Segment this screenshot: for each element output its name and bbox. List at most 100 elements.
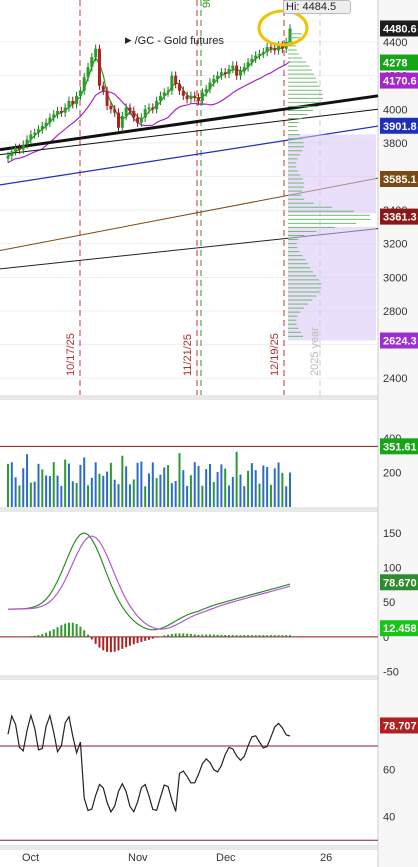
macd-histogram-bar bbox=[90, 636, 93, 640]
volume-bar bbox=[193, 462, 196, 507]
volume-bar bbox=[98, 473, 101, 507]
volume-profile-bar bbox=[288, 117, 303, 120]
macd-histogram-bar bbox=[266, 635, 269, 637]
moving-average-line bbox=[7, 39, 291, 157]
candle-body bbox=[212, 79, 216, 83]
candle-body bbox=[246, 62, 250, 68]
volume-bar bbox=[113, 479, 116, 507]
volume-bar bbox=[285, 486, 288, 507]
candle-body bbox=[181, 90, 185, 96]
candle-body bbox=[120, 115, 124, 128]
candle-body bbox=[101, 85, 105, 91]
volume-profile-bar bbox=[288, 109, 313, 111]
volume-bar bbox=[266, 467, 269, 507]
volume-profile-bar bbox=[288, 295, 317, 297]
volume-bar bbox=[148, 473, 150, 507]
volume-bar bbox=[151, 462, 154, 507]
price-tag-label: 3361.3 bbox=[383, 212, 417, 224]
volume-profile-bar bbox=[288, 113, 308, 115]
volume-profile-bar bbox=[288, 101, 322, 103]
volume-profile-bar bbox=[288, 97, 324, 99]
candle-body bbox=[17, 147, 21, 150]
y-tick-label: -50 bbox=[383, 667, 399, 679]
volume-bar bbox=[117, 484, 120, 507]
volume-profile-bar bbox=[288, 291, 320, 293]
volume-bar bbox=[71, 481, 74, 507]
volume-bar bbox=[67, 463, 70, 507]
high-highlight-circle bbox=[257, 9, 309, 47]
vline-label: 10/17/25 bbox=[65, 333, 77, 376]
macd-histogram-bar bbox=[48, 631, 51, 637]
volume-profile-bar bbox=[288, 279, 320, 281]
macd-histogram-bar bbox=[285, 635, 288, 637]
vline-label: 2025 year bbox=[309, 327, 321, 376]
volume-profile-bar bbox=[288, 33, 303, 35]
candle-body bbox=[94, 48, 98, 58]
price-tag-label: 3901.8 bbox=[383, 121, 417, 133]
macd-histogram-bar bbox=[98, 636, 101, 648]
volume-profile-bar bbox=[288, 275, 317, 277]
candle-body bbox=[90, 57, 94, 68]
volume-profile-bar bbox=[288, 49, 297, 51]
macd-histogram-bar bbox=[273, 635, 276, 637]
macd-histogram-bar bbox=[281, 635, 284, 637]
volume-bar bbox=[132, 479, 135, 507]
volume-profile-bar bbox=[288, 327, 299, 329]
volume-profile-bar bbox=[288, 243, 297, 245]
candle-body bbox=[216, 75, 220, 79]
macd-histogram-bar bbox=[189, 634, 192, 637]
volume-profile-bar bbox=[288, 283, 322, 285]
rsi-tag-label: 78.707 bbox=[383, 720, 417, 732]
x-tick-label: Oct bbox=[22, 852, 39, 864]
y-tick-label: 3800 bbox=[383, 138, 407, 150]
volume-profile-bar bbox=[288, 335, 304, 337]
volume-bar bbox=[136, 462, 139, 507]
volume-bar bbox=[159, 474, 162, 507]
volume-profile-bar bbox=[288, 81, 318, 83]
volume-profile-bar bbox=[288, 37, 300, 39]
title-marker-icon: ▸ bbox=[125, 32, 132, 47]
volume-profile-bar bbox=[288, 53, 299, 55]
candle-body bbox=[208, 82, 212, 90]
panel-separator bbox=[0, 395, 418, 400]
macd-histogram-bar bbox=[228, 635, 231, 637]
candle-body bbox=[113, 109, 117, 113]
candle-body bbox=[185, 95, 189, 100]
macd-histogram-bar bbox=[64, 623, 67, 637]
candle-body bbox=[71, 100, 75, 105]
macd-histogram-bar bbox=[144, 636, 147, 641]
volume-profile-bar bbox=[288, 186, 304, 188]
macd-histogram-bar bbox=[113, 636, 116, 652]
candle-body bbox=[155, 100, 159, 110]
candle-body bbox=[44, 122, 48, 127]
volume-bar bbox=[178, 453, 181, 507]
volume-bar bbox=[56, 475, 59, 507]
macd-histogram-bar bbox=[174, 633, 177, 637]
macd-histogram-bar bbox=[87, 634, 90, 637]
price-tag-label: 4480.6 bbox=[383, 23, 417, 35]
macd-histogram-bar bbox=[197, 634, 200, 637]
macd-histogram-bar bbox=[193, 634, 196, 637]
volume-profile-bar bbox=[288, 202, 314, 204]
volume-bar bbox=[121, 455, 124, 507]
volume-bar bbox=[87, 485, 90, 507]
volume-bar bbox=[33, 481, 36, 507]
macd-histogram-bar bbox=[163, 635, 166, 637]
volume-bar bbox=[197, 465, 200, 507]
volume-bar bbox=[170, 483, 173, 507]
macd-histogram-bar bbox=[247, 635, 250, 637]
candle-body bbox=[52, 114, 56, 118]
macd-histogram-bar bbox=[277, 635, 280, 637]
macd-histogram-bar bbox=[155, 636, 158, 638]
candle-body bbox=[231, 65, 235, 69]
volume-profile-bar bbox=[288, 182, 304, 184]
macd-histogram-bar bbox=[83, 630, 86, 637]
volume-profile-bar bbox=[288, 323, 297, 325]
candle-body bbox=[197, 97, 201, 101]
volume-profile-bar bbox=[288, 255, 303, 257]
candle-body bbox=[288, 28, 292, 43]
volume-bar bbox=[216, 472, 219, 507]
candle-body bbox=[6, 155, 10, 159]
volume-profile-bar bbox=[288, 307, 304, 309]
volume-profile-bar bbox=[288, 61, 307, 63]
